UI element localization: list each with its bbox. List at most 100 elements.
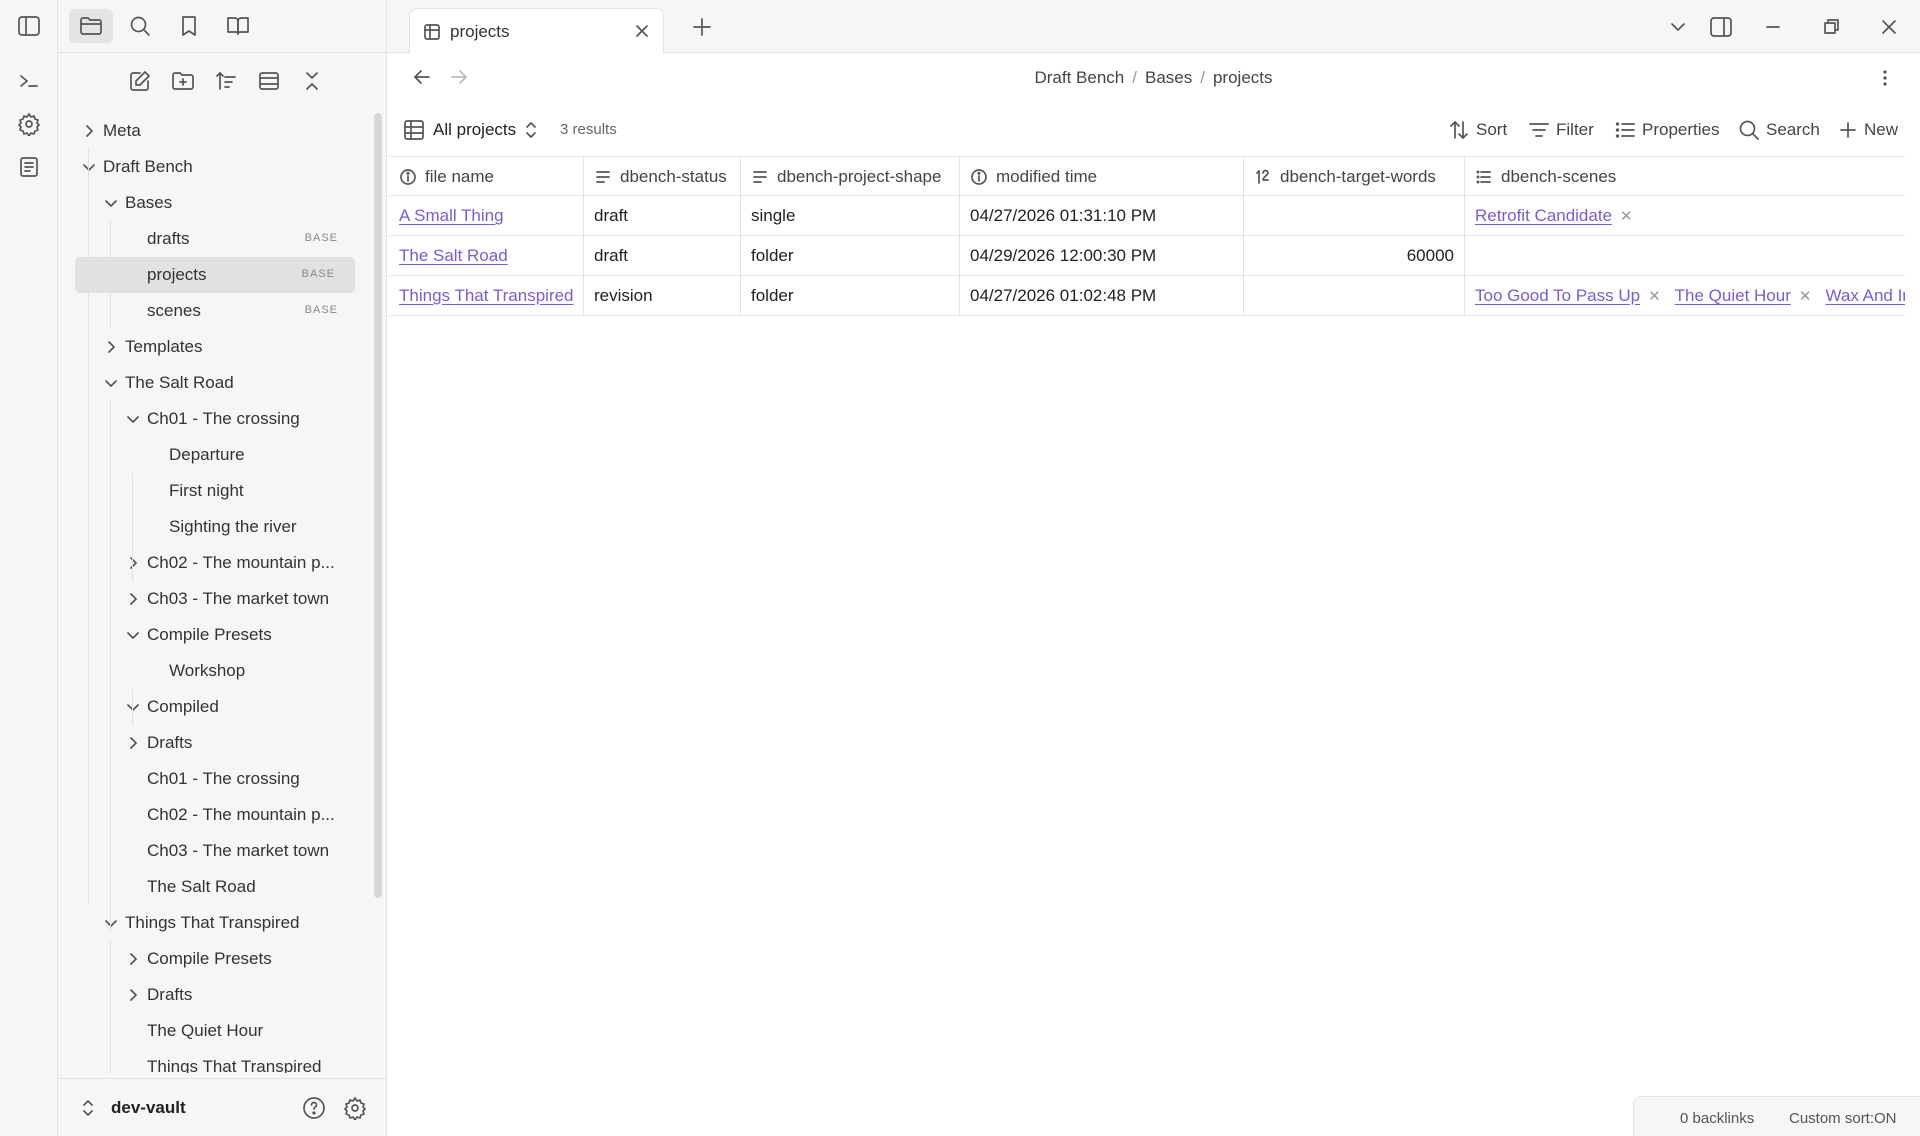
sort-button[interactable]: Sort (1448, 117, 1507, 143)
cell-project-shape[interactable]: single (741, 196, 960, 236)
sidebar-scrollbar[interactable] (374, 113, 382, 898)
view-selector[interactable]: All projects (403, 116, 538, 144)
tree-chevron[interactable] (125, 627, 141, 643)
custom-sort-status[interactable]: Custom sort:ON (1789, 1110, 1897, 1127)
tree-file[interactable]: First night (58, 473, 358, 509)
search-tab[interactable] (118, 9, 162, 43)
cell-status[interactable]: draft (584, 236, 741, 276)
tree-chevron[interactable] (125, 555, 141, 571)
tree-folder[interactable]: Ch03 - The market town (58, 581, 358, 617)
new-folder-button[interactable] (165, 62, 200, 100)
tree-chevron[interactable] (125, 591, 141, 607)
tree-chevron[interactable] (103, 375, 119, 391)
tab-projects[interactable]: projects (409, 8, 664, 54)
terminal-button[interactable] (12, 64, 46, 98)
tree-chevron[interactable] (103, 339, 119, 355)
tree-file[interactable]: Things That Transpired (58, 1049, 358, 1073)
tree-file[interactable]: Sighting the river (58, 509, 358, 545)
tree-folder[interactable]: Compile Presets (58, 941, 358, 977)
tree-chevron[interactable] (125, 951, 141, 967)
tree-folder[interactable]: The Salt Road (58, 365, 358, 401)
new-tab-button[interactable] (691, 16, 713, 38)
remove-tag-icon[interactable]: ✕ (1648, 287, 1661, 305)
collapse-all-button[interactable] (294, 62, 329, 100)
vault-switcher-button[interactable] (80, 1098, 96, 1118)
reading-tab[interactable] (216, 9, 260, 43)
cell-project-shape[interactable]: folder (741, 276, 960, 316)
cell-status[interactable]: revision (584, 276, 741, 316)
column-header-dbench-target-words[interactable]: dbench-target-words (1244, 157, 1465, 197)
column-header-modified-time[interactable]: modified time (960, 157, 1244, 197)
cell-target-words[interactable] (1244, 196, 1465, 236)
tree-folder[interactable]: Templates (58, 329, 358, 365)
tree-folder[interactable]: Things That Transpired (58, 905, 358, 941)
vault-settings-button[interactable] (343, 1096, 367, 1120)
right-sidebar-toggle[interactable] (1703, 10, 1739, 44)
sidebar-toggle-button[interactable] (12, 9, 46, 43)
tree-file[interactable]: The Quiet Hour (58, 1013, 358, 1049)
tree-folder[interactable]: Compiled (58, 689, 358, 725)
tree-chevron[interactable] (125, 411, 141, 427)
cell-file-name[interactable]: A Small Thing (389, 196, 584, 236)
tree-file[interactable]: Workshop (58, 653, 358, 689)
templates-button[interactable] (12, 150, 46, 184)
tree-folder[interactable]: Ch02 - The mountain p... (58, 545, 358, 581)
column-header-file-name[interactable]: file name (389, 157, 584, 197)
column-header-dbench-status[interactable]: dbench-status (584, 157, 741, 197)
cell-project-shape[interactable]: folder (741, 236, 960, 276)
change-sort-button[interactable] (208, 62, 243, 100)
filter-button[interactable]: Filter (1528, 117, 1594, 143)
breadcrumb-item[interactable]: Bases (1145, 68, 1192, 88)
tree-chevron[interactable] (125, 735, 141, 751)
tree-chevron[interactable] (81, 159, 97, 175)
bookmarks-tab[interactable] (167, 9, 211, 43)
scene-link[interactable]: Too Good To Pass Up (1475, 286, 1640, 306)
tree-file[interactable]: Ch03 - The market town (58, 833, 358, 869)
tree-file[interactable]: Ch01 - The crossing (58, 761, 358, 797)
scene-link[interactable]: Retrofit Candidate (1475, 206, 1612, 226)
tree-chevron[interactable] (81, 123, 97, 139)
search-button[interactable]: Search (1738, 117, 1820, 143)
column-header-dbench-project-shape[interactable]: dbench-project-shape (741, 157, 960, 197)
minimize-button[interactable] (1755, 10, 1791, 44)
auto-reveal-button[interactable] (251, 62, 286, 100)
tree-chevron[interactable] (103, 195, 119, 211)
restore-button[interactable] (1813, 10, 1849, 44)
files-tab[interactable] (69, 9, 113, 43)
tree-chevron[interactable] (125, 987, 141, 1003)
tree-folder[interactable]: Drafts (58, 977, 358, 1013)
more-options-button[interactable] (1875, 67, 1895, 89)
close-tab-button[interactable] (632, 21, 652, 41)
tree-folder[interactable]: Draft Bench (58, 149, 358, 185)
new-button[interactable]: New (1838, 117, 1898, 143)
breadcrumb-item[interactable]: projects (1213, 68, 1273, 88)
cell-target-words[interactable]: 60000 (1244, 236, 1465, 276)
tree-chevron[interactable] (125, 699, 141, 715)
file-link[interactable]: The Salt Road (399, 246, 508, 266)
remove-tag-icon[interactable]: ✕ (1620, 207, 1633, 225)
help-button[interactable] (302, 1096, 326, 1120)
cell-scenes[interactable] (1465, 236, 1905, 276)
tree-folder[interactable]: Bases (58, 185, 358, 221)
tree-folder[interactable]: Meta (58, 113, 358, 149)
tree-file[interactable]: Departure (58, 437, 358, 473)
file-link[interactable]: Things That Transpired (399, 286, 574, 306)
close-window-button[interactable] (1871, 10, 1907, 44)
tree-folder[interactable]: Compile Presets (58, 617, 358, 653)
tree-chevron[interactable] (103, 915, 119, 931)
breadcrumb-item[interactable]: Draft Bench (1034, 68, 1124, 88)
tree-file[interactable]: projects BASE (75, 257, 355, 293)
settings-button[interactable] (12, 107, 46, 141)
tab-list-button[interactable] (1660, 10, 1696, 44)
tree-file[interactable]: scenes BASE (58, 293, 358, 329)
tree-file[interactable]: drafts BASE (58, 221, 358, 257)
scene-link[interactable]: Wax And Ir (1825, 286, 1905, 306)
cell-status[interactable]: draft (584, 196, 741, 236)
tree-file[interactable]: The Salt Road (58, 869, 358, 905)
cell-scenes[interactable]: Retrofit Candidate ✕ (1465, 196, 1905, 236)
file-link[interactable]: A Small Thing (399, 206, 504, 226)
vault-name[interactable]: dev-vault (111, 1098, 186, 1118)
new-note-button[interactable] (122, 62, 157, 100)
cell-file-name[interactable]: Things That Transpired (389, 276, 584, 316)
properties-button[interactable]: Properties (1614, 117, 1719, 143)
